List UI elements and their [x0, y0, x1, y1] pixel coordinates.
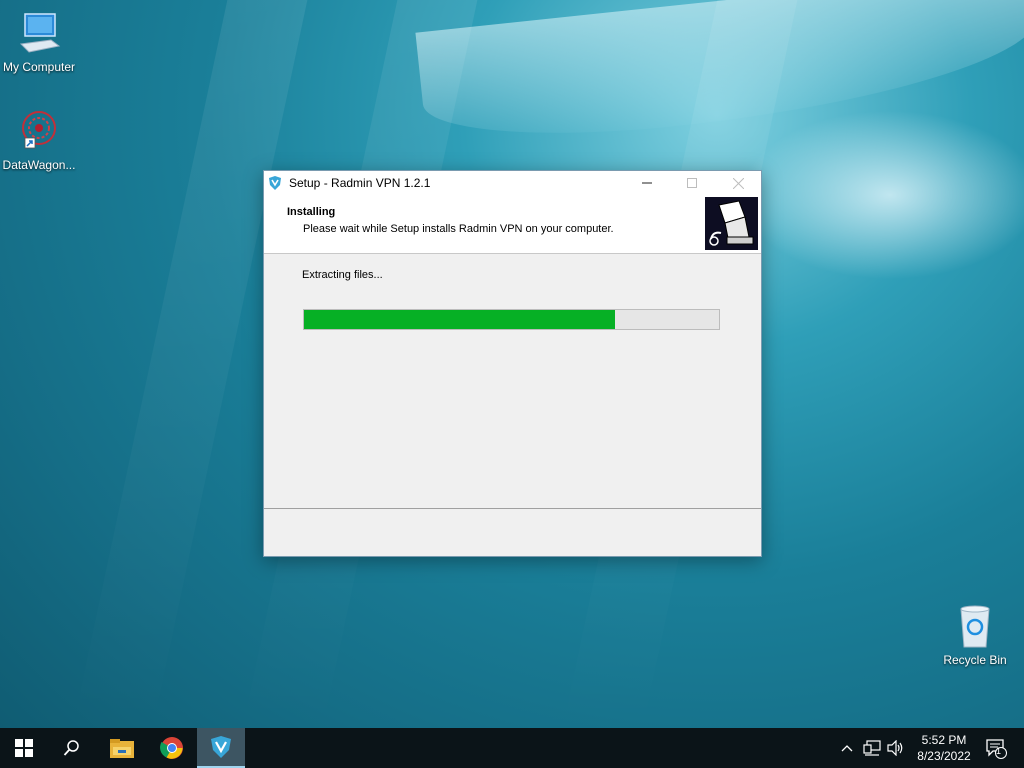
minimize-icon	[642, 182, 652, 184]
windows-start-icon	[15, 739, 33, 757]
chrome-icon	[160, 737, 183, 759]
desktop-icon-label: DataWagon...	[2, 158, 76, 172]
computer-icon	[15, 10, 63, 58]
taskbar-radmin-vpn[interactable]	[197, 728, 245, 768]
setup-computer-icon	[705, 197, 758, 250]
maximize-button[interactable]	[669, 171, 715, 195]
network-button[interactable]	[860, 728, 884, 768]
maximize-icon	[687, 178, 697, 188]
taskbar-file-explorer[interactable]	[98, 728, 146, 768]
page-subtitle: Please wait while Setup installs Radmin …	[303, 223, 614, 235]
page-title: Installing	[287, 206, 336, 218]
volume-icon	[887, 740, 903, 756]
progress-bar	[303, 309, 720, 330]
minimize-button[interactable]	[624, 171, 670, 195]
desktop-icon-label: Recycle Bin	[943, 653, 1007, 667]
taskbar-chrome[interactable]	[148, 728, 196, 768]
recycle-bin-icon	[951, 603, 999, 651]
progress-bar-fill	[304, 310, 616, 329]
datawagon-icon	[15, 108, 63, 156]
network-icon	[863, 740, 881, 756]
status-text: Extracting files...	[302, 269, 383, 281]
clock-time: 5:52 PM	[921, 733, 967, 747]
desktop-icon-my-computer[interactable]: My Computer	[0, 10, 81, 74]
chevron-up-icon	[841, 745, 853, 752]
setup-window[interactable]: Setup - Radmin VPN 1.2.1 Installing Plea…	[263, 170, 762, 557]
notifications-button[interactable]: 1	[976, 728, 1016, 768]
notification-count-badge: 1	[996, 746, 1002, 756]
taskbar: 5:52 PM 8/23/2022 1	[0, 728, 1024, 768]
volume-button[interactable]	[884, 728, 908, 768]
wallpaper-foam	[740, 110, 1024, 280]
clock[interactable]: 5:52 PM 8/23/2022	[910, 732, 978, 764]
clock-date: 8/23/2022	[917, 749, 971, 763]
footer-divider	[264, 508, 761, 509]
window-title: Setup - Radmin VPN 1.2.1	[289, 176, 431, 190]
show-hidden-icons-button[interactable]	[836, 728, 858, 768]
file-explorer-icon	[110, 739, 134, 758]
wizard-header: Installing Please wait while Setup insta…	[264, 195, 761, 254]
desktop-icon-label: My Computer	[2, 60, 76, 74]
close-button[interactable]	[715, 171, 761, 195]
title-bar[interactable]: Setup - Radmin VPN 1.2.1	[264, 171, 761, 195]
desktop-icon-recycle-bin[interactable]: Recycle Bin	[933, 603, 1017, 667]
desktop-icon-datawagon[interactable]: DataWagon...	[0, 108, 81, 172]
start-button[interactable]	[0, 728, 48, 768]
close-icon	[732, 177, 744, 189]
radmin-vpn-icon	[267, 175, 283, 191]
search-icon	[63, 740, 79, 756]
search-button[interactable]	[48, 728, 96, 768]
radmin-vpn-icon	[211, 736, 231, 758]
